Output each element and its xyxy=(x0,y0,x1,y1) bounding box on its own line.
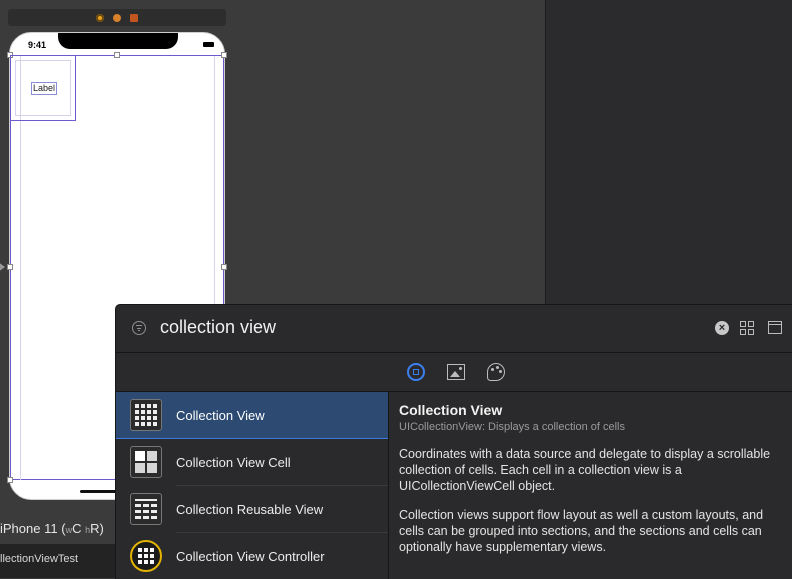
collection-view-controller-icon xyxy=(130,540,162,572)
list-item-collection-view[interactable]: Collection View xyxy=(116,392,388,439)
scene-dock xyxy=(8,9,226,26)
device-config-label[interactable]: iPhone 11 (wC hR) xyxy=(0,521,104,536)
size-class-close: R) xyxy=(90,521,104,536)
object-library-popover: collection view × Collection View Collec… xyxy=(115,304,792,579)
resize-handle-top-right[interactable] xyxy=(221,52,227,58)
battery-icon xyxy=(203,42,214,47)
list-item-collection-reusable-view[interactable]: Collection Reusable View xyxy=(116,486,388,533)
clear-search-icon[interactable]: × xyxy=(715,321,729,335)
library-search-bar: collection view × xyxy=(116,305,792,353)
collection-reusable-view-icon xyxy=(130,493,162,525)
detail-title: Collection View xyxy=(399,402,503,418)
device-notch xyxy=(58,33,178,49)
list-item-collection-view-cell[interactable]: Collection View Cell xyxy=(116,439,388,486)
list-item-label: Collection Reusable View xyxy=(176,502,324,517)
library-search-input[interactable]: collection view xyxy=(160,317,276,338)
detail-paragraph-2: Collection views support flow layout as … xyxy=(399,508,764,554)
status-bar-time: 9:41 xyxy=(28,40,47,50)
list-item-label: Collection View Controller xyxy=(176,549,325,564)
colors-tab-icon[interactable] xyxy=(487,363,505,381)
grid-view-icon[interactable] xyxy=(740,321,754,335)
library-tabs xyxy=(116,353,792,392)
objects-tab-icon[interactable] xyxy=(407,363,425,381)
resize-handle-right[interactable] xyxy=(221,264,227,270)
size-class-c: C xyxy=(72,521,82,536)
document-name[interactable]: llectionViewTest xyxy=(0,553,78,565)
device-name: iPhone 11 xyxy=(0,521,58,536)
collection-view-cell-icon xyxy=(130,446,162,478)
document-outline-bar: llectionViewTest xyxy=(0,544,116,578)
list-item-collection-view-controller[interactable]: Collection View Controller xyxy=(116,533,388,579)
library-results-list: Collection View Collection View Cell Col… xyxy=(116,392,389,579)
detail-paragraph-1: Coordinates with a data source and deleg… xyxy=(399,447,771,493)
detail-subtitle: UICollectionView: Displays a collection … xyxy=(399,421,626,433)
list-item-label: Collection View xyxy=(176,408,265,423)
list-item-label: Collection View Cell xyxy=(176,455,291,470)
library-detail-pane: Collection View UICollectionView: Displa… xyxy=(399,402,784,555)
initial-scene-arrow-icon xyxy=(0,262,5,272)
exit-icon[interactable] xyxy=(130,13,138,22)
view-controller-icon[interactable] xyxy=(96,13,104,22)
detail-view-toggle-icon[interactable] xyxy=(768,321,782,334)
media-tab-icon[interactable] xyxy=(447,364,465,380)
resize-handle-top[interactable] xyxy=(114,52,120,58)
filter-icon[interactable] xyxy=(132,321,146,335)
resize-handle-bottom-left[interactable] xyxy=(7,477,13,483)
resize-handle-left[interactable] xyxy=(7,264,13,270)
collection-view-icon xyxy=(130,399,162,431)
first-responder-icon[interactable] xyxy=(113,13,121,22)
cell-label[interactable]: Label xyxy=(31,82,58,95)
